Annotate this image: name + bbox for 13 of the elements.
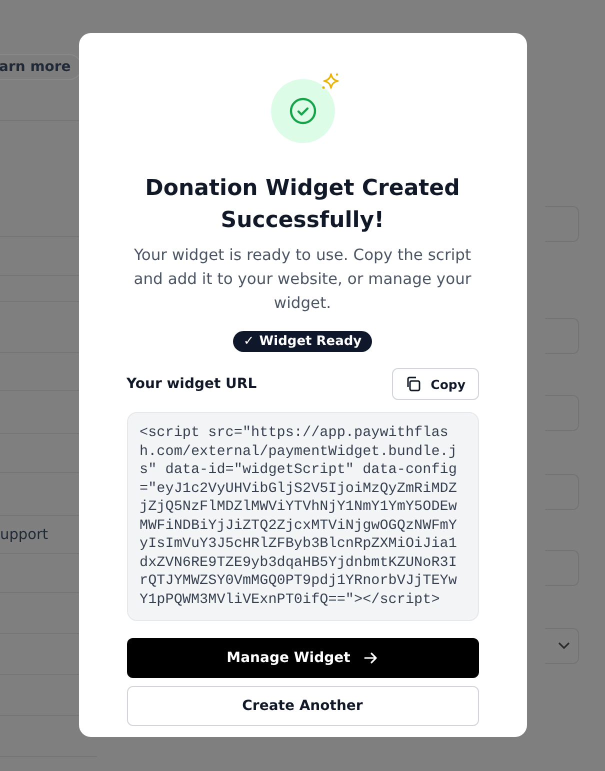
dialog-title: Donation Widget Created Successfully! bbox=[144, 175, 461, 235]
url-label: Your widget URL bbox=[126, 376, 257, 392]
dialog-description: Your widget is ready to use. Copy the script and add it to your website, or manage your widget. bbox=[132, 245, 472, 314]
status-badge: ✓ Widget Ready bbox=[233, 331, 372, 352]
copy-icon bbox=[404, 376, 421, 392]
check-circle-icon bbox=[288, 97, 316, 125]
copy-button[interactable]: Copy bbox=[392, 368, 478, 400]
arrow-right-icon bbox=[364, 652, 378, 664]
create-another-button[interactable]: Create Another bbox=[126, 686, 478, 726]
select-field[interactable] bbox=[545, 628, 579, 664]
chevron-down-icon bbox=[558, 642, 570, 650]
manage-widget-button[interactable]: Manage Widget bbox=[126, 638, 478, 678]
script-code-block: <script src="https://app.paywithflash.com/external/paymentWidget.bundle.js" data-id="widgetScript" data-config="eyJ1c2VyUHVibGljS2V5IjoiMzQyZmRiMDZjZjQ5NzFlMDZlMWViYTVhNjY1NmY1YmY5ODEwMWFiNDBiYjJiZTQ2ZjcxMTViNjgwOGQzNWFmYyIsImVuY3J5cHRlZFByb3BlcnRpZXMiOiJia1dxZVN6RE9TZE9yb3dqaHB5YjdnbmtKZUNoR3IrQTJYMWZSY0VmMGQ0PT9pdj1YRnorbVJjTEYwY1pPQWM3MVliVExnPT0ifQ=="></script> bbox=[126, 412, 478, 621]
